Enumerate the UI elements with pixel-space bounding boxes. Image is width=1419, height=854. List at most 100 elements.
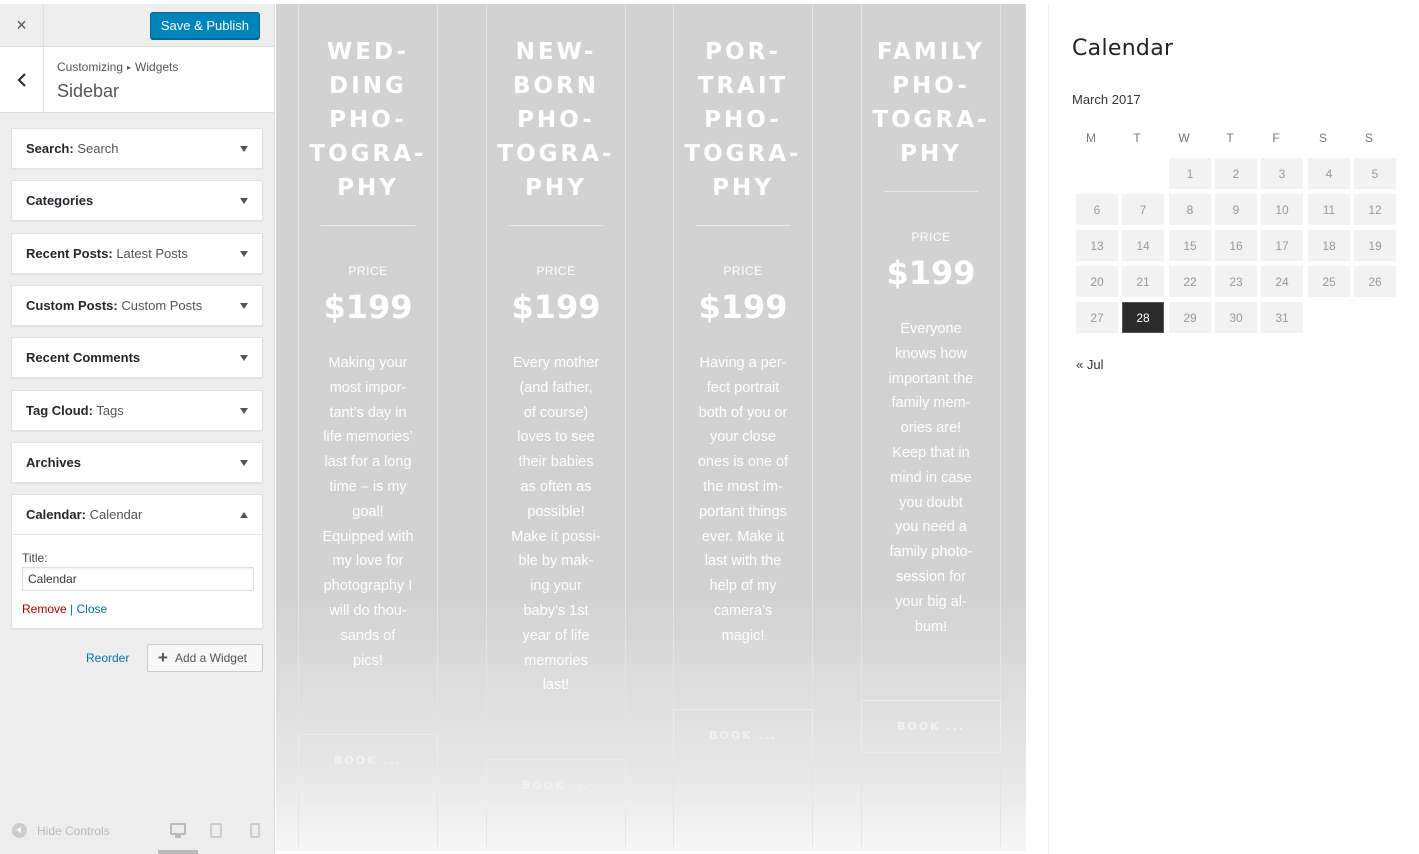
calendar-day[interactable]: 30 [1215, 302, 1257, 333]
calendar-day[interactable]: 8 [1169, 194, 1211, 225]
expand-arrow-icon[interactable] [240, 145, 248, 152]
calendar-day[interactable]: 15 [1169, 230, 1211, 261]
calendar-day[interactable]: 17 [1261, 230, 1303, 261]
calendar-day[interactable]: 20 [1076, 266, 1118, 297]
hide-controls-button[interactable]: Hide Controls [12, 823, 110, 838]
desc-line: magic! [721, 627, 765, 644]
calendar-day[interactable]: 13 [1076, 230, 1118, 261]
expand-arrow-icon[interactable] [240, 407, 248, 414]
widget-header[interactable]: Custom Posts: Custom Posts [12, 286, 262, 325]
calendar-day[interactable]: 5 [1354, 158, 1396, 189]
expand-arrow-icon[interactable] [240, 302, 248, 309]
desc-line: will do thou- [329, 602, 407, 619]
book-button[interactable]: BOOK ... [861, 700, 1001, 753]
add-widget-button[interactable]: + Add a Widget [147, 644, 263, 672]
divider [509, 225, 603, 226]
expand-arrow-icon[interactable] [240, 197, 248, 204]
calendar-day[interactable]: 16 [1215, 230, 1257, 261]
calendar-day[interactable]: 29 [1169, 302, 1211, 333]
calendar-day[interactable]: 2 [1215, 158, 1257, 189]
desc-line: pics! [353, 652, 383, 669]
calendar-day[interactable]: 3 [1261, 158, 1303, 189]
widget-name: Custom Posts: [26, 298, 118, 313]
column-description: Making your most impor- tant’s day in li… [318, 351, 418, 673]
reorder-link[interactable]: Reorder [86, 651, 129, 665]
calendar-day[interactable]: 19 [1354, 230, 1396, 261]
calendar-day[interactable]: 9 [1215, 194, 1257, 225]
desc-line: important the [888, 370, 974, 387]
book-button[interactable]: BOOK ... [298, 734, 438, 787]
calendar-day[interactable]: 21 [1122, 266, 1164, 297]
calendar-day[interactable]: 31 [1261, 302, 1303, 333]
calendar-day[interactable]: 25 [1308, 266, 1350, 297]
title-line: FAMILY [876, 39, 986, 65]
calendar-day[interactable]: 14 [1122, 230, 1164, 261]
title-input[interactable]: Calendar [22, 567, 254, 591]
hide-controls-label: Hide Controls [37, 823, 110, 838]
calendar-day[interactable]: 24 [1261, 266, 1303, 297]
weekday-header: T [1133, 131, 1141, 145]
desc-line: life memories’ [323, 429, 413, 446]
widget-header[interactable]: Search: Search [12, 129, 262, 168]
calendar-day[interactable]: 18 [1308, 230, 1350, 261]
calendar-month: March 2017 [1072, 92, 1141, 107]
expand-arrow-icon[interactable] [240, 354, 248, 361]
collapse-arrow-icon[interactable] [240, 511, 248, 518]
widget-header[interactable]: Recent Comments [12, 338, 262, 377]
customizer-panel: × Save & Publish Customizing ▸ Widgets Sid… [0, 4, 275, 854]
widget-header[interactable]: Archives [12, 443, 262, 482]
desc-line: family mem- [891, 395, 971, 412]
calendar-day[interactable]: 7 [1122, 194, 1164, 225]
calendar-day[interactable]: 26 [1354, 266, 1396, 297]
calendar-day[interactable]: 23 [1215, 266, 1257, 297]
title-line: PHO- [704, 107, 782, 133]
calendar-day[interactable]: 11 [1308, 194, 1350, 225]
widget-name: Calendar: [26, 507, 86, 522]
breadcrumb-leaf: Widgets [135, 60, 179, 74]
add-widget-label: Add a Widget [174, 651, 247, 665]
desc-line: ble by mak- [518, 553, 594, 570]
mobile-preview-icon[interactable] [250, 823, 260, 838]
widget-header[interactable]: Calendar: Calendar [12, 495, 262, 534]
customizer-footer: Hide Controls [0, 810, 275, 854]
calendar-day[interactable]: 22 [1169, 266, 1211, 297]
desc-line: Everyone [900, 321, 962, 337]
remove-link[interactable]: Remove [22, 602, 67, 616]
book-button[interactable]: BOOK ... [673, 709, 813, 762]
expand-arrow-icon[interactable] [240, 250, 248, 257]
tablet-preview-icon[interactable] [210, 823, 222, 838]
calendar-day[interactable]: 10 [1261, 194, 1303, 225]
site-preview: WED- DING PHO- TOGRA- PHY PRICE $199 Mak… [276, 4, 1419, 854]
calendar-day[interactable]: 4 [1308, 158, 1350, 189]
expand-arrow-icon[interactable] [240, 459, 248, 466]
widget-name: Archives [26, 455, 81, 470]
widget-recent-posts: Recent Posts: Latest Posts [11, 233, 263, 274]
close-icon[interactable]: × [0, 4, 44, 47]
desc-line: sands of [340, 627, 396, 644]
widget-subtitle: Tags [96, 403, 124, 418]
previous-month-link[interactable]: « Jul [1076, 357, 1103, 372]
desc-line: Having a per- [699, 355, 787, 371]
calendar-day[interactable]: 27 [1076, 302, 1118, 333]
title-line: TRAIT [697, 73, 789, 99]
desc-line: Every mother [512, 355, 600, 371]
save-publish-button[interactable]: Save & Publish [149, 12, 260, 39]
widget-name: Search: [26, 141, 74, 156]
calendar-day[interactable]: 6 [1076, 194, 1118, 225]
calendar-day[interactable]: 12 [1354, 194, 1396, 225]
calendar-day[interactable]: 1 [1169, 158, 1211, 189]
widget-header[interactable]: Categories [12, 181, 262, 220]
weekday-header: F [1272, 131, 1280, 145]
book-button[interactable]: BOOK ... [486, 759, 626, 812]
calendar-title: Calendar [1072, 36, 1174, 61]
title-line: TOGRA- [872, 107, 990, 133]
close-link[interactable]: Close [77, 602, 108, 616]
pricing-column-wedding: WED- DING PHO- TOGRA- PHY PRICE $199 Mak… [298, 4, 438, 847]
widget-header[interactable]: Recent Posts: Latest Posts [12, 234, 262, 273]
desktop-preview-icon[interactable] [170, 823, 186, 838]
widget-header[interactable]: Tag Cloud: Tags [12, 391, 262, 430]
price-value: $199 [511, 288, 601, 326]
chevron-left-icon [16, 73, 26, 87]
calendar-day-today[interactable]: 28 [1122, 302, 1164, 333]
back-arrow-icon[interactable] [0, 47, 44, 113]
